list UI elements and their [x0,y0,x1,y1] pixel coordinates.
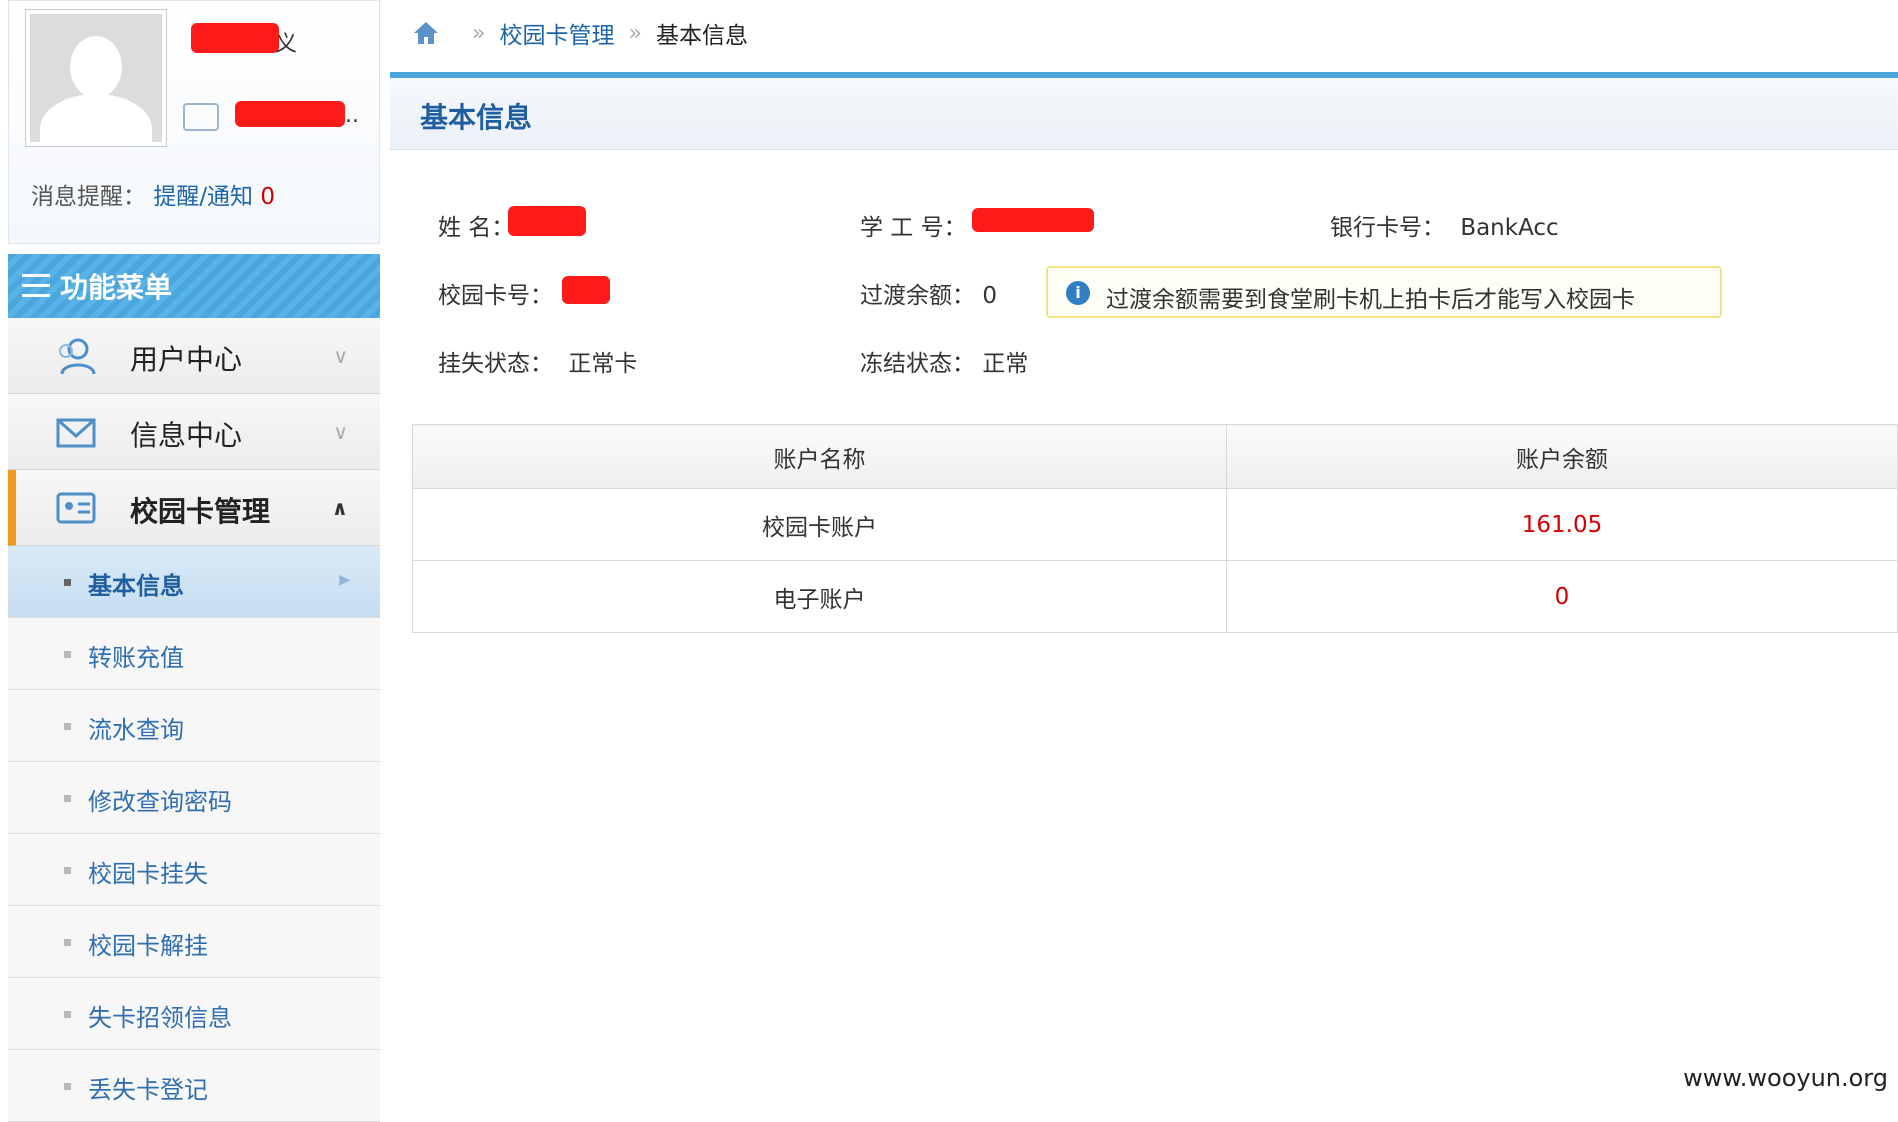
submenu-cancel-loss[interactable]: 校园卡解挂 [8,906,380,978]
watermark: www.wooyun.org [1683,1064,1888,1092]
info-icon: i [1066,281,1090,305]
bullet-icon [64,867,71,874]
notice-text: 过渡余额需要到食堂刷卡机上拍卡后才能写入校园卡 [1106,287,1635,313]
bank-card-label: 银行卡号： [1330,215,1445,241]
submenu-label: 转账充值 [88,644,184,672]
breadcrumb: » 校园卡管理 » 基本信息 [412,16,748,50]
profile-id: .. [345,103,359,128]
submenu-label: 流水查询 [88,716,184,744]
redaction-mark [562,276,610,304]
menu-item-label: 信息中心 [130,419,243,452]
page-title: 基本信息 [390,78,1898,150]
menu-item-label: 校园卡管理 [130,495,271,528]
campus-card-number-field: 校园卡号： [438,276,553,310]
student-id-field: 学 工 号： [860,208,967,242]
table-row: 电子账户 0 [412,560,1898,633]
function-menu-header: 功能菜单 [8,254,380,318]
submenu-transaction-query[interactable]: 流水查询 [8,690,380,762]
profile-card: 义 .. 消息提醒： 提醒/通知 0 [8,0,380,244]
bullet-icon [64,723,71,730]
column-header-balance: 账户余额 [1226,424,1898,489]
table-header-row: 账户名称 账户余额 [412,424,1898,489]
main-content: » 校园卡管理 » 基本信息 基本信息 姓 名： 学 工 号： 银行卡号： Ba… [390,0,1898,1104]
loss-status-field: 挂失状态： 正常卡 [438,344,637,378]
bank-card-value: BankAcc [1460,215,1559,241]
redaction-mark [508,206,586,236]
freeze-status-label: 冻结状态： [860,351,975,377]
user-icon [59,338,96,375]
menu-item-label: 用户中心 [130,343,243,376]
chevron-up-icon: ∧ [331,496,348,520]
submenu-label: 校园卡挂失 [88,860,208,888]
transition-notice: i 过渡余额需要到食堂刷卡机上拍卡后才能写入校园卡 [1046,266,1722,318]
bullet-icon [64,651,71,658]
menu-item-info-center[interactable]: 信息中心 ∨ [8,394,380,470]
transition-balance-field: 过渡余额： 0 [860,276,997,310]
profile-name: 义 [275,32,298,57]
sidebar: 义 .. 消息提醒： 提醒/通知 0 功能菜单 用户中心 ∨ 信息中心 ∨ 校园… [8,0,380,1122]
submenu-label: 修改查询密码 [88,788,232,816]
table-row: 校园卡账户 161.05 [412,488,1898,561]
name-field: 姓 名： [438,208,514,242]
submenu-basic-info[interactable]: 基本信息 ▶ [8,546,380,618]
notification-link[interactable]: 提醒/通知 [153,184,253,210]
id-card-icon [183,103,219,131]
bank-card-field: 银行卡号： BankAcc [1330,208,1559,242]
bullet-icon [64,1083,71,1090]
submenu-lost-card-register[interactable]: 丢失卡登记 [8,1050,380,1122]
submenu-label: 基本信息 [88,572,184,600]
chevron-down-icon: ∨ [333,344,348,368]
submenu-report-loss[interactable]: 校园卡挂失 [8,834,380,906]
submenu-lost-found[interactable]: 失卡招领信息 [8,978,380,1050]
redaction-mark [191,23,279,53]
freeze-status-field: 冻结状态： 正常 [860,344,1028,378]
menu-item-campus-card[interactable]: 校园卡管理 ∧ [8,470,380,546]
bullet-icon [64,1011,71,1018]
breadcrumb-current: 基本信息 [655,23,748,49]
account-balance-cell: 161.05 [1226,488,1898,561]
selected-arrow-icon: ▶ [339,572,350,588]
bullet-icon [64,579,71,586]
avatar [25,9,167,147]
account-name-cell: 校园卡账户 [412,488,1227,561]
redaction-mark [972,208,1094,232]
account-balance-cell: 0 [1226,560,1898,633]
menu-icon [22,274,50,304]
menu-header-label: 功能菜单 [60,271,173,304]
breadcrumb-separator: » [472,20,486,46]
breadcrumb-separator: » [628,20,642,46]
breadcrumb-campus-card[interactable]: 校园卡管理 [499,16,614,50]
message-reminder: 消息提醒： 提醒/通知 0 [31,177,275,211]
submenu-change-password[interactable]: 修改查询密码 [8,762,380,834]
name-label: 姓 名： [438,215,515,241]
message-label: 消息提醒： [31,184,146,210]
menu-item-user-center[interactable]: 用户中心 ∨ [8,318,380,394]
chevron-down-icon: ∨ [333,420,348,444]
transition-balance-value: 0 [982,283,997,309]
submenu-transfer-recharge[interactable]: 转账充值 [8,618,380,690]
loss-status-label: 挂失状态： [438,351,553,377]
home-icon[interactable] [412,20,440,46]
avatar-placeholder-icon [30,14,162,142]
mail-icon [56,418,96,448]
column-header-account-name: 账户名称 [412,424,1227,489]
student-id-label: 学 工 号： [860,215,967,241]
bullet-icon [64,939,71,946]
submenu-label: 失卡招领信息 [88,1004,232,1032]
redaction-mark [235,101,345,127]
card-icon [56,492,96,524]
account-name-cell: 电子账户 [412,560,1227,633]
submenu-label: 丢失卡登记 [88,1076,208,1104]
transition-balance-label: 过渡余额： [860,283,975,309]
freeze-status-value: 正常 [982,351,1029,377]
submenu-label: 校园卡解挂 [88,932,208,960]
campus-card-label: 校园卡号： [438,283,553,309]
account-table: 账户名称 账户余额 校园卡账户 161.05 电子账户 0 [412,424,1898,633]
bullet-icon [64,795,71,802]
notification-count: 0 [260,184,276,210]
loss-status-value: 正常卡 [568,351,638,377]
